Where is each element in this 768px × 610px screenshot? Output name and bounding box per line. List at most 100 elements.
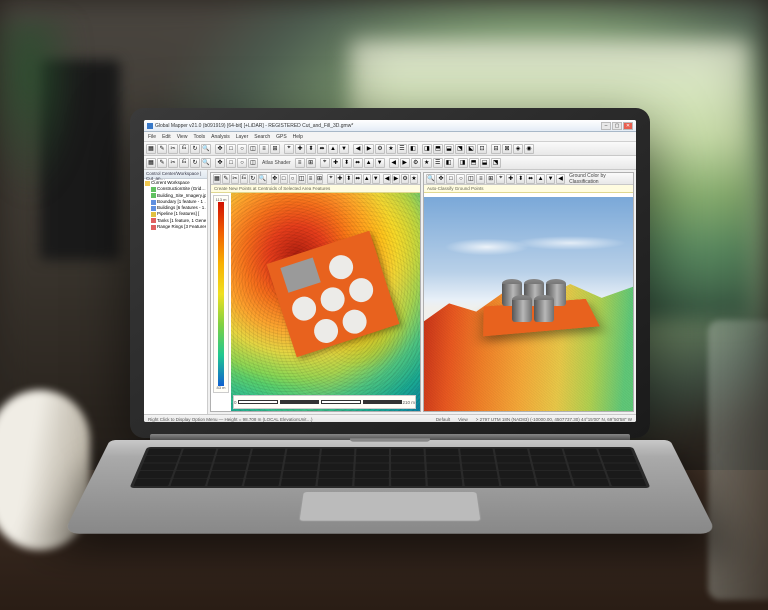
- toolbar-button[interactable]: 🔍: [201, 158, 211, 168]
- toolbar-button[interactable]: ★: [410, 174, 418, 184]
- menu-search[interactable]: Search: [254, 134, 270, 140]
- toolbar-button[interactable]: ▲: [363, 174, 371, 184]
- toolbar-button[interactable]: ✥: [215, 144, 225, 154]
- toolbar-button[interactable]: ✥: [215, 158, 225, 168]
- toolbar-button[interactable]: ✂: [168, 144, 178, 154]
- building-footprint[interactable]: [280, 257, 320, 292]
- toolbar-button[interactable]: ▼: [339, 144, 349, 154]
- toolbar-label[interactable]: Atlas Shader: [259, 160, 294, 166]
- toolbar-button[interactable]: ▲: [328, 144, 338, 154]
- toolbar-button[interactable]: ✎: [157, 158, 167, 168]
- toolbar-button[interactable]: ★: [386, 144, 396, 154]
- toolbar-button[interactable]: ✂: [231, 174, 239, 184]
- toolbar-button[interactable]: ⌖: [284, 144, 294, 154]
- menu-gps[interactable]: GPS: [276, 134, 287, 140]
- toolbar-button[interactable]: ◧: [444, 158, 454, 168]
- toolbar-button[interactable]: ◨: [458, 158, 468, 168]
- toolbar-button[interactable]: ▦: [146, 144, 156, 154]
- toolbar-button[interactable]: ✂: [168, 158, 178, 168]
- toolbar-button[interactable]: ◀: [389, 158, 399, 168]
- toolbar-button[interactable]: ⬒: [469, 158, 479, 168]
- toolbar-button[interactable]: ⬔: [491, 158, 501, 168]
- menu-tools[interactable]: Tools: [193, 134, 205, 140]
- tank-circle[interactable]: [311, 316, 341, 346]
- toolbar-button[interactable]: ↻: [190, 144, 200, 154]
- menu-view[interactable]: View: [177, 134, 188, 140]
- toolbar-button[interactable]: ≡: [307, 174, 315, 184]
- toolbar-button[interactable]: ○: [456, 174, 465, 184]
- tank-3d[interactable]: [534, 295, 554, 322]
- toolbar-button[interactable]: ▶: [364, 144, 374, 154]
- toolbar-button[interactable]: ⊞: [486, 174, 495, 184]
- toolbar-button[interactable]: ◀: [353, 144, 363, 154]
- toolbar-button[interactable]: ⬌: [526, 174, 535, 184]
- toolbar-button[interactable]: ◫: [248, 144, 258, 154]
- toolbar-button[interactable]: ◀: [383, 174, 391, 184]
- toolbar-button[interactable]: ⬌: [353, 158, 363, 168]
- toolbar-button[interactable]: ⌖: [320, 158, 330, 168]
- toolbar-button[interactable]: ⬍: [516, 174, 525, 184]
- maximize-button[interactable]: ▢: [612, 122, 622, 130]
- toolbar-button[interactable]: ⬕: [466, 144, 476, 154]
- toolbar-button[interactable]: ✎: [222, 174, 230, 184]
- toolbar-button[interactable]: ◫: [466, 174, 475, 184]
- toolbar-button[interactable]: ▦: [146, 158, 156, 168]
- toolbar-button[interactable]: ⚙: [375, 144, 385, 154]
- toolbar-button[interactable]: ▦: [213, 174, 221, 184]
- toolbar-button[interactable]: ✚: [295, 144, 305, 154]
- toolbar-button[interactable]: ⊞: [306, 158, 316, 168]
- toolbar-button[interactable]: □: [446, 174, 455, 184]
- menu-file[interactable]: File: [148, 134, 156, 140]
- toolbar-button[interactable]: ↻: [190, 158, 200, 168]
- toolbar-button[interactable]: ▶: [400, 158, 410, 168]
- toolbar-button[interactable]: ○: [237, 144, 247, 154]
- toolbar-button[interactable]: ⬓: [480, 158, 490, 168]
- toolbar-button[interactable]: ★: [422, 158, 432, 168]
- window-titlebar[interactable]: Global Mapper v21.0 (b091919) [64-bit] […: [144, 120, 636, 132]
- map-2d-banner[interactable]: Create New Points at Centroids of Select…: [211, 185, 420, 193]
- toolbar-button[interactable]: ⬔: [455, 144, 465, 154]
- tank-3d[interactable]: [512, 295, 532, 322]
- toolbar-button[interactable]: ↻: [249, 174, 257, 184]
- toolbar-button[interactable]: ⬓: [444, 144, 454, 154]
- toolbar-button[interactable]: ⚙: [401, 174, 409, 184]
- layer-tree[interactable]: Current WorkspaceConstructionSite (Grid……: [144, 179, 207, 231]
- close-button[interactable]: ✕: [623, 122, 633, 130]
- toolbar-button[interactable]: ⊞: [316, 174, 324, 184]
- toolbar-button[interactable]: ▲: [364, 158, 374, 168]
- toolbar-button[interactable]: ◉: [524, 144, 534, 154]
- toolbar-button[interactable]: ⬒: [433, 144, 443, 154]
- toolbar-button[interactable]: ☰: [433, 158, 443, 168]
- toolbar-button[interactable]: ⚙: [411, 158, 421, 168]
- toolbar-button[interactable]: ◀: [556, 174, 565, 184]
- minimize-button[interactable]: –: [601, 122, 611, 130]
- toolbar-button[interactable]: □: [226, 158, 236, 168]
- toolbar-button[interactable]: ◧: [408, 144, 418, 154]
- toolbar-button[interactable]: 🔍: [426, 174, 435, 184]
- toolbar-button[interactable]: ⬌: [317, 144, 327, 154]
- toolbar-button[interactable]: ⬍: [306, 144, 316, 154]
- map-3d-banner[interactable]: Auto-Classify Ground Points: [424, 185, 633, 193]
- toolbar-button[interactable]: ✥: [271, 174, 279, 184]
- toolbar-button[interactable]: ⊠: [502, 144, 512, 154]
- tank-circle[interactable]: [346, 275, 376, 305]
- layer-item[interactable]: Range Rings [3 Features, 1 Ge…: [145, 224, 206, 230]
- map-3d-pane[interactable]: 🔍✥□○◫≡⊞⌖✚⬍⬌▲▼◀Ground Color by Classifica…: [423, 172, 634, 412]
- toolbar-button[interactable]: ▼: [375, 158, 385, 168]
- toolbar-button[interactable]: ≡: [295, 158, 305, 168]
- tank-circle[interactable]: [289, 294, 319, 324]
- toolbar-button[interactable]: ✚: [336, 174, 344, 184]
- toolbar-button[interactable]: ⌖: [496, 174, 505, 184]
- toolbar-button[interactable]: ≡: [259, 144, 269, 154]
- toolbar-button[interactable]: ⊟: [491, 144, 501, 154]
- toolbar-button[interactable]: ⎌: [240, 174, 248, 184]
- toolbar-button[interactable]: ✚: [331, 158, 341, 168]
- toolbar-button[interactable]: ☰: [397, 144, 407, 154]
- tank-circle[interactable]: [318, 284, 348, 314]
- toolbar-button[interactable]: ▲: [536, 174, 545, 184]
- toolbar-button[interactable]: ✥: [436, 174, 445, 184]
- toolbar-button[interactable]: ▼: [372, 174, 380, 184]
- toolbar-button[interactable]: ◈: [513, 144, 523, 154]
- tank-circle[interactable]: [326, 252, 356, 282]
- menu-analysis[interactable]: Analysis: [211, 134, 230, 140]
